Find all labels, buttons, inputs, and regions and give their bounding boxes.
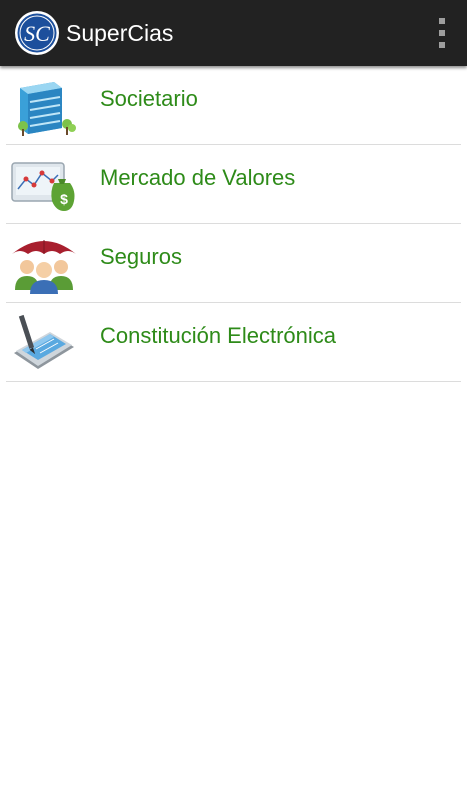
umbrella-people-icon: [12, 240, 76, 294]
menu-item-label: Seguros: [100, 244, 182, 269]
menu-list: Societario $ Mercado de Valores Seguros …: [0, 66, 467, 382]
supercias-logo-icon[interactable]: SC: [14, 10, 60, 56]
menu-item-constitucion-electronica[interactable]: Constitución Electrónica: [6, 303, 461, 382]
menu-item-seguros[interactable]: Seguros: [6, 224, 461, 303]
app-title: SuperCias: [66, 20, 174, 46]
app-bar: SC SuperCias: [0, 0, 467, 66]
tablet-pen-icon: [14, 314, 74, 369]
menu-item-mercado-de-valores[interactable]: $ Mercado de Valores: [6, 145, 461, 224]
chart-money-icon: $: [11, 162, 75, 211]
building-icon: [18, 82, 76, 136]
menu-item-label: Societario: [100, 86, 198, 111]
menu-item-label: Mercado de Valores: [100, 165, 296, 190]
logo-text: SC: [24, 21, 50, 46]
more-vert-icon[interactable]: [435, 18, 449, 48]
menu-item-societario[interactable]: Societario: [6, 66, 461, 145]
menu-item-label: Constitución Electrónica: [100, 323, 337, 348]
svg-text:$: $: [60, 191, 68, 207]
